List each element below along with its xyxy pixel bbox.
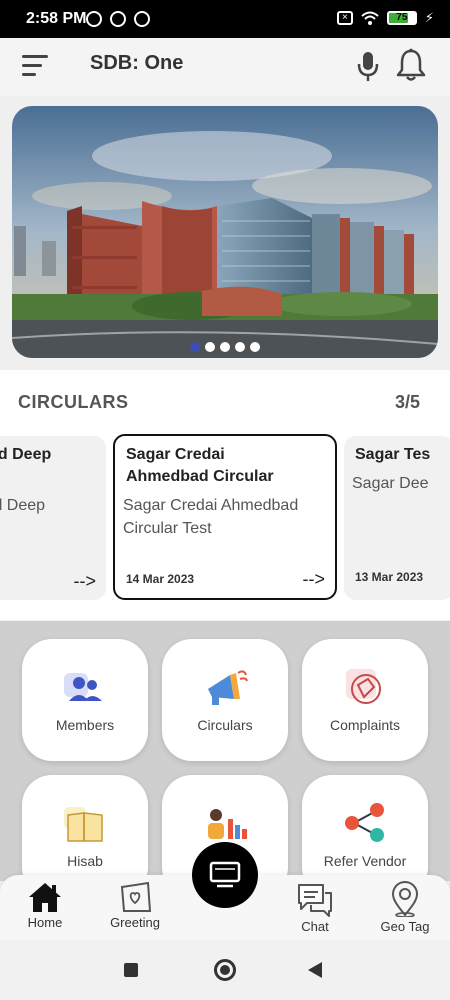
tile-label: Complaints bbox=[329, 717, 401, 733]
circular-date: 14 Mar 2023 bbox=[126, 572, 195, 586]
dnd-icon bbox=[86, 11, 102, 27]
charging-icon: ⚡ bbox=[424, 10, 434, 25]
status-notification-icons bbox=[86, 11, 150, 27]
banner-carousel[interactable] bbox=[12, 106, 438, 358]
circular-title: ad Deep bbox=[0, 446, 52, 463]
carousel-indicators bbox=[12, 342, 438, 352]
circular-body: Sagar Dee bbox=[352, 475, 429, 492]
circular-body: Sagar Credai Ahmedbad Circular Test bbox=[123, 494, 298, 540]
nav-greeting[interactable]: Greeting bbox=[100, 881, 170, 930]
circular-card-prev[interactable]: ad Deep ıd Deep --> bbox=[0, 436, 106, 600]
complaints-icon bbox=[346, 669, 381, 704]
carousel-dot[interactable] bbox=[235, 342, 245, 352]
book-icon bbox=[64, 807, 103, 842]
chat-icon bbox=[298, 884, 332, 917]
circular-title-line2: Ahmedbad Circular bbox=[126, 468, 274, 485]
tile-circulars[interactable]: Circulars bbox=[162, 639, 288, 761]
status-time: 2:58 PM bbox=[26, 10, 87, 27]
recent-apps-button[interactable] bbox=[124, 963, 138, 977]
sim-icon: × bbox=[336, 11, 353, 25]
monitor-icon bbox=[209, 861, 241, 888]
arrow-right-icon[interactable]: --> bbox=[303, 569, 326, 590]
home-system-button[interactable] bbox=[214, 959, 236, 981]
tile-complaints[interactable]: Complaints bbox=[302, 639, 428, 761]
app-notification-icon bbox=[110, 11, 126, 27]
tile-label: Hisab bbox=[67, 853, 103, 869]
nav-geo-tag[interactable]: Geo Tag bbox=[370, 881, 440, 934]
circular-title: Sagar Credai Ahmedbad Circular bbox=[126, 444, 274, 488]
nav-home[interactable]: Home bbox=[10, 881, 80, 930]
megaphone-icon bbox=[208, 670, 248, 705]
tile-label: Members bbox=[55, 717, 115, 733]
app-notification-icon bbox=[134, 11, 150, 27]
wifi-icon bbox=[361, 11, 379, 25]
mic-icon[interactable] bbox=[354, 50, 382, 82]
circulars-counter: 3/5 bbox=[394, 392, 420, 412]
status-bar: 2:58 PM × 75 ⚡ bbox=[0, 0, 450, 38]
app-title: SDB: One bbox=[90, 52, 184, 74]
status-right-icons: × 75 ⚡ bbox=[336, 10, 434, 26]
home-icon bbox=[29, 883, 61, 912]
refer-icon bbox=[345, 803, 384, 842]
circular-card-next[interactable]: Sagar Tes Sagar Dee 13 Mar 2023 bbox=[344, 436, 450, 600]
tile-refer-vendor[interactable]: Refer Vendor bbox=[302, 775, 428, 881]
accounts-icon bbox=[208, 809, 247, 839]
battery-level: 75 bbox=[396, 12, 408, 23]
circular-date: 13 Mar 2023 bbox=[355, 570, 424, 584]
circular-body: ıd Deep bbox=[0, 497, 46, 514]
tile-hisab[interactable]: Hisab bbox=[22, 775, 148, 881]
greeting-card-icon bbox=[120, 881, 152, 912]
circular-title-line1: Sagar Credai bbox=[126, 446, 225, 463]
nav-chat[interactable]: Chat bbox=[280, 881, 350, 934]
nav-label: Home bbox=[27, 915, 63, 930]
section-title: CIRCULARS bbox=[18, 392, 129, 412]
tile-members[interactable]: Members bbox=[22, 639, 148, 761]
location-pin-icon bbox=[391, 881, 419, 917]
nav-label: Greeting bbox=[110, 915, 160, 930]
bell-icon[interactable] bbox=[396, 48, 426, 82]
members-icon bbox=[64, 673, 102, 701]
back-button[interactable] bbox=[308, 962, 322, 978]
battery-icon: 75 bbox=[386, 11, 417, 25]
banner-image bbox=[12, 106, 438, 358]
menu-icon[interactable] bbox=[22, 55, 50, 77]
carousel-dot[interactable] bbox=[250, 342, 260, 352]
tile-label: Circulars bbox=[197, 717, 253, 733]
nav-label: Geo Tag bbox=[380, 919, 430, 934]
tile-label: Refer Vendor bbox=[323, 853, 407, 869]
app-header: SDB: One bbox=[0, 38, 450, 96]
carousel-dot[interactable] bbox=[205, 342, 215, 352]
circular-title: Sagar Tes bbox=[355, 446, 431, 463]
carousel-dot[interactable] bbox=[190, 342, 200, 352]
carousel-dot[interactable] bbox=[220, 342, 230, 352]
center-fab-button[interactable] bbox=[192, 842, 258, 908]
circular-body-line2: Circular Test bbox=[123, 520, 212, 537]
nav-label: Chat bbox=[301, 919, 329, 934]
circulars-section: CIRCULARS 3/5 ad Deep ıd Deep --> Sagar … bbox=[0, 370, 450, 620]
system-nav-bar bbox=[0, 940, 450, 1000]
arrow-right-icon: --> bbox=[73, 571, 97, 591]
circular-card-current[interactable]: Sagar Credai Ahmedbad Circular Sagar Cre… bbox=[113, 434, 337, 600]
circular-body-line1: Sagar Credai Ahmedbad bbox=[123, 497, 299, 514]
